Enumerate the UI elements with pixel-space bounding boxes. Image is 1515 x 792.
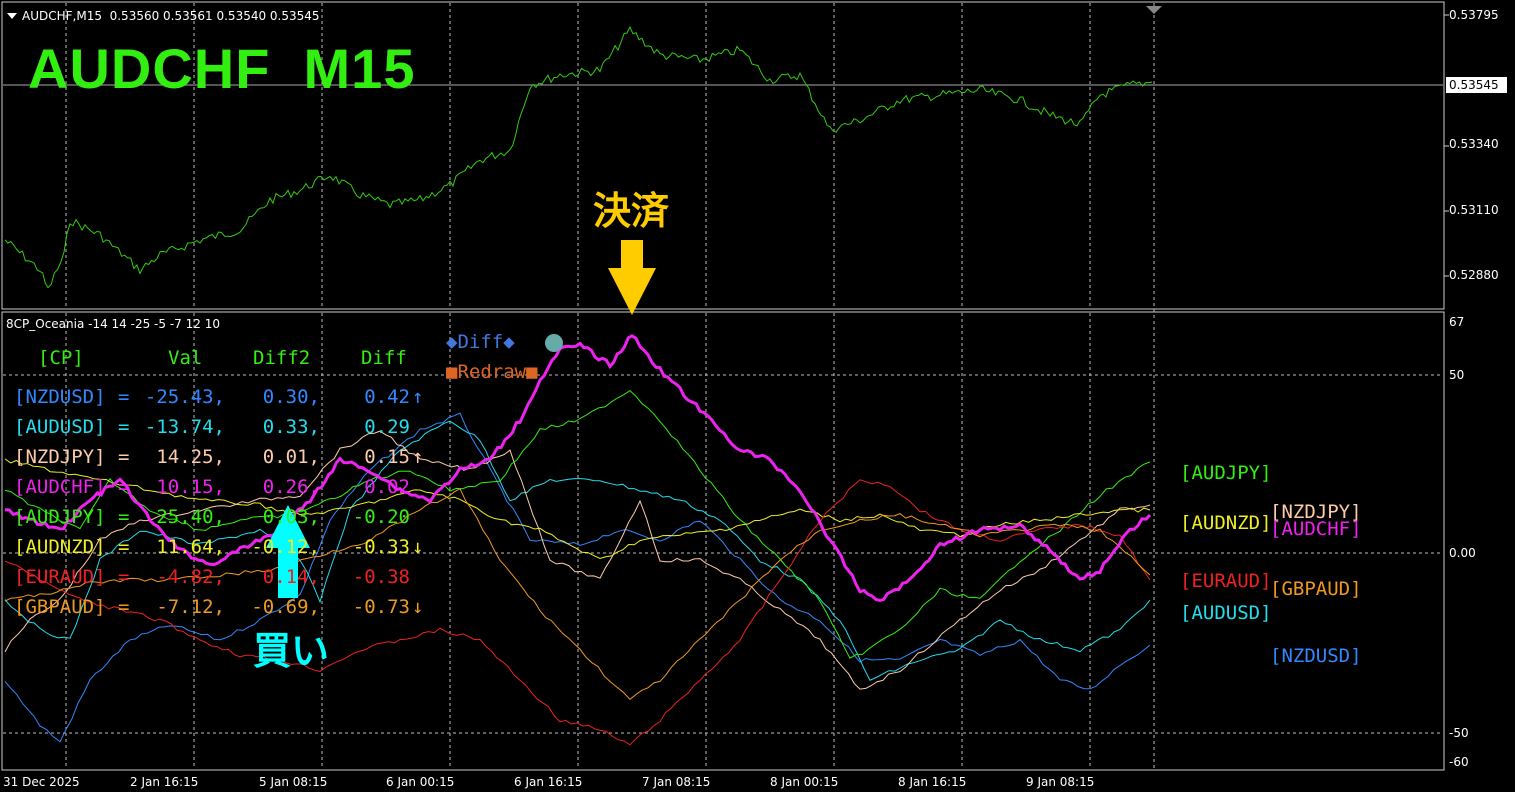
table-cell-diff2: 0.03, — [262, 506, 320, 528]
time-axis-label: 8 Jan 16:15 — [898, 775, 967, 789]
price-axis-label: 0.53340 — [1449, 137, 1499, 151]
table-cell-val: 25.40, — [156, 506, 225, 528]
table-cell-diff2: 0.14, — [262, 566, 320, 588]
chart-title: AUDCHF M15 — [28, 37, 416, 100]
buy-label: 買い — [253, 629, 330, 673]
table-cell-pair: [AUDUSD] — [14, 416, 106, 438]
table-cell-pair: [NZDUSD] — [14, 386, 106, 408]
table-cell-diff: 0.42 — [364, 386, 410, 408]
indicator-axis-label: -60 — [1449, 755, 1469, 769]
indicator-header: 8CP_Oceania -14 14 -25 -5 -7 12 10 — [6, 317, 220, 331]
side-label-euraud: [EURAUD] — [1180, 570, 1272, 592]
status-dot[interactable] — [545, 334, 563, 352]
table-cell-arrow: ↓ — [412, 596, 424, 618]
table-cell-arrow: ↓ — [412, 536, 424, 558]
time-axis-label: 2 Jan 16:15 — [130, 775, 199, 789]
price-axis-label: 0.52880 — [1449, 268, 1499, 282]
side-label-audusd: [AUDUSD] — [1180, 602, 1272, 624]
symbol-dropdown-icon[interactable] — [7, 13, 17, 19]
side-label-audjpy: [AUDJPY] — [1180, 462, 1272, 484]
table-cell-diff2: 0.33, — [262, 416, 320, 438]
current-price-tag: 0.53545 — [1446, 77, 1507, 93]
table-cell-diff2: 0.01, — [262, 446, 320, 468]
time-axis-label: 5 Jan 08:15 — [259, 775, 328, 789]
table-cell-diff: 0.02 — [364, 476, 410, 498]
table-cell-pair: [GBPAUD] — [14, 596, 106, 618]
table-header-diff: Diff — [361, 347, 407, 369]
price-axis-label: 0.53110 — [1449, 203, 1499, 217]
table-cell-diff: -0.33 — [352, 536, 410, 558]
time-axis-label: 6 Jan 00:15 — [386, 775, 455, 789]
table-cell-val: -13.74, — [144, 416, 225, 438]
table-header-val: Val — [168, 347, 203, 369]
table-cell-pair: [NZDJPY] — [14, 446, 106, 468]
side-label-nzdusd: [NZDUSD] — [1270, 645, 1362, 667]
time-axis-label: 7 Jan 08:15 — [642, 775, 711, 789]
indicator-axis-label: 50 — [1449, 368, 1465, 382]
table-cell-pair: [EURAUD] — [14, 566, 106, 588]
table-cell-val: -4.82, — [156, 566, 225, 588]
redraw-button[interactable]: ■Redraw■ — [446, 361, 538, 383]
price-axis-label: 0.53795 — [1449, 8, 1499, 22]
side-label-gbpaud: [GBPAUD] — [1270, 578, 1362, 600]
table-cell-diff: -0.38 — [352, 566, 410, 588]
table-cell-val: 10.15, — [156, 476, 225, 498]
time-axis-label: 31 Dec 2025 — [3, 775, 80, 789]
down-arrow-icon — [608, 240, 656, 315]
table-cell-diff2: -0.69, — [251, 596, 320, 618]
side-label-audchf: [AUDCHF] — [1270, 518, 1362, 540]
table-cell-diff2: 0.30, — [262, 386, 320, 408]
table-cell-diff: 0.15 — [364, 446, 410, 468]
settle-label: 決済 — [593, 189, 670, 233]
main-chart-header: AUDCHF,M15 0.53560 0.53561 0.53540 0.535… — [22, 9, 320, 23]
table-header-diff2: Diff2 — [253, 347, 311, 369]
table-cell-diff2: 0.26, — [262, 476, 320, 498]
table-cell-pair: [AUDNZD] — [14, 536, 106, 558]
table-header-cp: [CP] — [38, 347, 84, 369]
table-cell-diff: -0.20 — [352, 506, 410, 528]
indicator-axis-label: 0.00 — [1449, 546, 1476, 560]
table-cell-val: -25.43, — [144, 386, 225, 408]
table-cell-val: 11.64, — [156, 536, 225, 558]
table-cell-val: 14.25, — [156, 446, 225, 468]
table-cell-arrow: ↑ — [412, 446, 424, 468]
table-cell-diff: -0.73 — [352, 596, 410, 618]
diff-button[interactable]: ◆Diff◆ — [446, 331, 515, 353]
time-axis-label: 8 Jan 00:15 — [770, 775, 839, 789]
scroll-marker-icon — [1146, 6, 1162, 14]
table-cell-diff2: -0.12, — [251, 536, 320, 558]
table-cell-val: -7.12, — [156, 596, 225, 618]
table-cell-arrow: ↑ — [412, 386, 424, 408]
table-cell-diff: 0.29 — [364, 416, 410, 438]
table-cell-pair: [AUDCHF] — [14, 476, 106, 498]
time-axis-label: 9 Jan 08:15 — [1026, 775, 1095, 789]
indicator-axis-label: -50 — [1449, 726, 1469, 740]
indicator-axis-label: 67 — [1449, 315, 1465, 329]
table-cell-pair: [AUDJPY] — [14, 506, 106, 528]
side-label-audnzd: [AUDNZD] — [1180, 512, 1272, 534]
time-axis-label: 6 Jan 16:15 — [514, 775, 583, 789]
